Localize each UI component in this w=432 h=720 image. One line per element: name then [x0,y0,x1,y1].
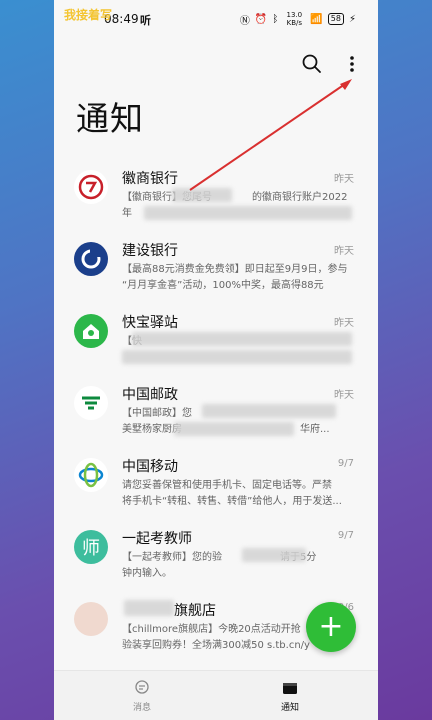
store-avatar [74,602,108,636]
alarm-icon: ⏰ [254,13,268,25]
huishang-bank-logo-icon [74,170,108,204]
list-item[interactable]: 中国邮政 昨天 【中国邮政】您 美墅杨家厨房 华府... [54,376,378,448]
message-preview: 【一起考教师】您的验请于5分 钟内输入。 [122,552,316,579]
redaction [144,206,352,220]
signal-icon: 📶 [310,13,323,25]
tab-label: 消息 [132,703,151,713]
redaction [132,332,352,346]
list-item[interactable]: 徽商银行 昨天 【徽商银行】您尾号的徽商银行账户2022年 09 [54,160,378,232]
time-label: 9/7 [337,458,354,469]
plus-icon: + [318,609,344,644]
time-label: 昨天 [334,318,354,329]
nfc-icon: Ⓝ [239,15,250,27]
list-item[interactable]: 师 一起考教师 9/7 【一起考教师】您的验请于5分 钟内输入。 [54,520,378,592]
yiqikao-logo-icon: 师 [74,530,108,564]
message-preview: 【最高88元消费金免费领】即日起至9月9日，参与 “月月享金喜”活动，100%中… [122,264,348,291]
battery-icon: 58 [327,13,344,25]
redaction [242,548,306,562]
bottom-navigation: 消息 通知 [54,670,378,720]
phone-screen: 08:49 听 Ⓝ ⏰ ᛒ 13.0 KB/s 📶 58 ⚡ 通知 徽商银行 昨… [54,0,378,720]
sender-name: 建设银行 [122,243,178,259]
page-title: 通知 [76,99,144,138]
sender-name: 中国邮政 [122,387,178,403]
china-post-logo-icon [74,386,108,420]
sender-name: 一起考教师 [122,531,192,547]
bluetooth-icon: ᛒ [272,13,279,25]
redaction [122,350,352,364]
add-button[interactable]: + [306,602,356,652]
time-label: 9/7 [337,530,354,541]
charging-icon: ⚡ [348,13,356,25]
redaction [202,404,336,418]
tab-label: 通知 [280,703,299,713]
tab-notifications[interactable]: 通知 [250,679,330,713]
list-item[interactable]: 建设银行 昨天 【最高88元消费金免费领】即日起至9月9日，参与 “月月享金喜”… [54,232,378,304]
redaction [172,188,232,202]
search-button[interactable] [300,52,324,76]
search-icon [302,54,321,73]
status-icons: Ⓝ ⏰ ᛒ 13.0 KB/s 📶 58 ⚡ [240,11,356,27]
network-speed: 13.0 KB/s [286,11,303,27]
status-app-glyph: 听 [140,14,151,27]
redaction [124,600,174,616]
tab-messages[interactable]: 消息 [102,679,182,713]
redaction [174,422,294,436]
time-label: 昨天 [334,246,354,257]
time-label: 昨天 [334,390,354,401]
watermark-text: 我接着写 [64,8,113,22]
ccb-logo-icon [74,242,108,276]
sender-name: 旗舰店 [174,603,216,619]
message-bubble-icon [135,680,149,694]
notification-box-icon [283,683,297,694]
message-preview: 请您妥善保管和使用手机卡、固定电话等。严禁 将手机卡“转租、转售、转借”给他人，… [122,480,342,507]
more-options-button[interactable] [340,52,364,76]
sender-name: 快宝驿站 [122,315,178,331]
list-item[interactable]: 中国移动 9/7 请您妥善保管和使用手机卡、固定电话等。严禁 将手机卡“转租、转… [54,448,378,520]
time-label: 昨天 [334,174,354,185]
china-mobile-logo-icon [74,458,108,492]
more-vertical-icon [350,56,354,72]
kuaibao-station-logo-icon [74,314,108,348]
sender-name: 中国移动 [122,459,178,475]
list-item[interactable]: 快宝驿站 昨天 【快 [54,304,378,376]
sender-name: 徽商银行 [122,171,178,187]
